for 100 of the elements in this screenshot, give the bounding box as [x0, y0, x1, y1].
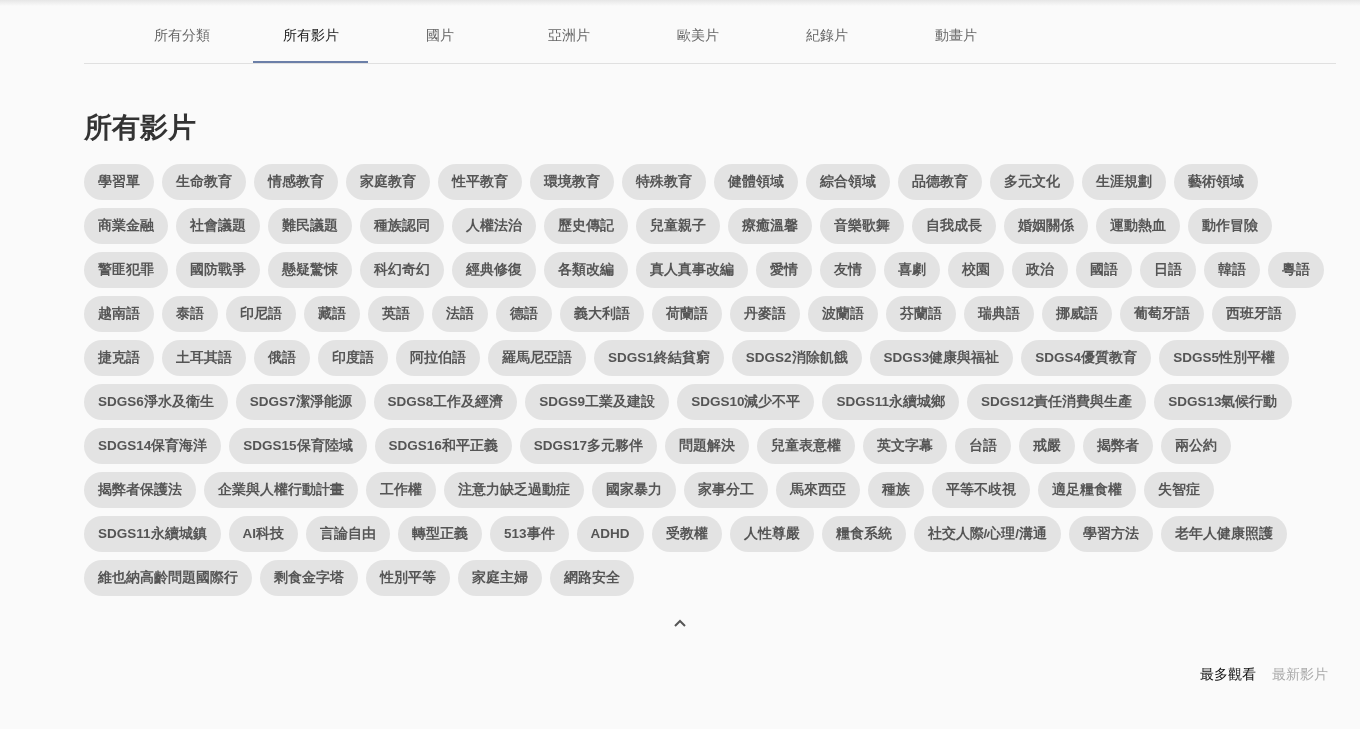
tag-chip[interactable]: 婚姻關係	[1004, 208, 1088, 244]
tag-chip[interactable]: 科幻奇幻	[360, 252, 444, 288]
tag-chip[interactable]: 513事件	[490, 516, 569, 552]
tag-chip[interactable]: 印度語	[318, 340, 388, 376]
tag-chip[interactable]: 生命教育	[162, 164, 246, 200]
tag-chip[interactable]: SDGS4優質教育	[1021, 340, 1152, 376]
tag-chip[interactable]: 韓語	[1204, 252, 1260, 288]
tag-chip[interactable]: 轉型正義	[398, 516, 483, 552]
tag-chip[interactable]: 法語	[432, 296, 488, 332]
tag-chip[interactable]: 土耳其語	[162, 340, 246, 376]
tag-chip[interactable]: SDGS17多元夥伴	[519, 428, 658, 464]
tag-chip[interactable]: 國語	[1076, 252, 1132, 288]
tag-chip[interactable]: 政治	[1012, 252, 1068, 288]
tag-chip[interactable]: 真人真事改編	[636, 252, 748, 288]
tag-chip[interactable]: SDGS16和平正義	[374, 428, 512, 464]
tag-chip[interactable]: SDGS5性別平權	[1159, 340, 1289, 376]
tag-chip[interactable]: 剩食金字塔	[260, 560, 358, 596]
tag-chip[interactable]: 印尼語	[226, 296, 296, 332]
tag-chip[interactable]: SDGS7潔淨能源	[235, 384, 366, 420]
tag-chip[interactable]: 西班牙語	[1212, 296, 1296, 332]
tag-chip[interactable]: 人權法治	[452, 208, 536, 244]
tag-chip[interactable]: 藝術領域	[1174, 164, 1258, 200]
tag-chip[interactable]: 挪威語	[1042, 296, 1112, 332]
chevron-up-icon[interactable]	[673, 618, 687, 628]
tag-chip[interactable]: 家事分工	[684, 472, 768, 508]
tag-chip[interactable]: 療癒溫馨	[728, 208, 812, 244]
tag-chip[interactable]: 越南語	[84, 296, 154, 332]
tag-chip[interactable]: 喜劇	[884, 252, 940, 288]
tag-chip[interactable]: 言論自由	[306, 516, 391, 552]
tag-chip[interactable]: 社會議題	[176, 208, 260, 244]
tag-chip[interactable]: 注意力缺乏過動症	[444, 472, 584, 508]
tag-chip[interactable]: 運動熱血	[1096, 208, 1180, 244]
tag-chip[interactable]: 日語	[1140, 252, 1196, 288]
tag-chip[interactable]: 糧食系統	[821, 516, 906, 552]
tag-chip[interactable]: 性別平等	[366, 560, 450, 596]
tag-chip[interactable]: 兒童親子	[636, 208, 720, 244]
tag-chip[interactable]: 校園	[948, 252, 1004, 288]
tag-chip[interactable]: 俄語	[254, 340, 310, 376]
tag-chip[interactable]: 馬來西亞	[776, 472, 860, 508]
tag-chip[interactable]: 丹麥語	[730, 296, 800, 332]
tag-chip[interactable]: 社交人際/心理/溝通	[913, 516, 1062, 552]
category-tab[interactable]: 歐美片	[640, 6, 755, 63]
tag-chip[interactable]: 多元文化	[990, 164, 1074, 200]
tag-chip[interactable]: SDGS2消除飢餓	[731, 340, 862, 376]
tag-chip[interactable]: 台語	[955, 428, 1012, 464]
tag-chip[interactable]: 商業金融	[84, 208, 168, 244]
tag-chip[interactable]: 兒童表意權	[757, 428, 856, 464]
tag-chip[interactable]: 芬蘭語	[886, 296, 956, 332]
tag-chip[interactable]: 兩公約	[1161, 428, 1232, 464]
tag-chip[interactable]: 網路安全	[550, 560, 634, 596]
tag-chip[interactable]: 葡萄牙語	[1120, 296, 1204, 332]
category-tab[interactable]: 所有分類	[124, 6, 239, 63]
tag-chip[interactable]: 品德教育	[898, 164, 982, 200]
category-tab[interactable]: 亞洲片	[511, 6, 626, 63]
tag-chip[interactable]: 粵語	[1268, 252, 1324, 288]
tag-chip[interactable]: 企業與人權行動計畫	[204, 472, 358, 508]
tag-chip[interactable]: 警匪犯罪	[84, 252, 168, 288]
tag-chip[interactable]: SDGS12責任消費與生產	[966, 384, 1147, 420]
tag-chip[interactable]: 各類改編	[544, 252, 628, 288]
tag-chip[interactable]: 工作權	[366, 472, 436, 508]
tag-chip[interactable]: 學習方法	[1069, 516, 1154, 552]
tag-chip[interactable]: 經典修復	[452, 252, 536, 288]
tag-chip[interactable]: 戒嚴	[1019, 428, 1076, 464]
tag-chip[interactable]: 羅馬尼亞語	[488, 340, 586, 376]
tag-chip[interactable]: 健體領域	[714, 164, 798, 200]
tag-chip[interactable]: 難民議題	[268, 208, 352, 244]
tag-chip[interactable]: 懸疑驚悚	[268, 252, 352, 288]
tag-chip[interactable]: SDGS11永續城鎮	[84, 516, 221, 552]
tag-chip[interactable]: 平等不歧視	[932, 472, 1030, 508]
tag-chip[interactable]: 問題解決	[665, 428, 750, 464]
sort-option[interactable]: 最多觀看	[1200, 664, 1256, 685]
tag-chip[interactable]: 瑞典語	[964, 296, 1034, 332]
tag-chip[interactable]: 性平教育	[438, 164, 522, 200]
tag-chip[interactable]: 家庭主婦	[458, 560, 542, 596]
tag-chip[interactable]: ADHD	[576, 516, 644, 552]
tag-chip[interactable]: 友情	[820, 252, 876, 288]
tag-chip[interactable]: 英語	[368, 296, 424, 332]
tag-chip[interactable]: 義大利語	[560, 296, 644, 332]
tag-chip[interactable]: 荷蘭語	[652, 296, 722, 332]
tag-chip[interactable]: 國防戰爭	[176, 252, 260, 288]
tag-chip[interactable]: AI科技	[228, 516, 299, 552]
tag-chip[interactable]: 阿拉伯語	[396, 340, 480, 376]
tag-chip[interactable]: SDGS10減少不平	[677, 384, 815, 420]
tag-chip[interactable]: SDGS14保育海洋	[84, 428, 222, 464]
tag-chip[interactable]: 揭弊者	[1083, 428, 1154, 464]
tag-chip[interactable]: SDGS3健康與福祉	[869, 340, 1014, 376]
tag-chip[interactable]: 泰語	[162, 296, 218, 332]
tag-chip[interactable]: 受教權	[651, 516, 722, 552]
tag-chip[interactable]: 生涯規劃	[1082, 164, 1166, 200]
tag-chip[interactable]: 自我成長	[912, 208, 996, 244]
tag-chip[interactable]: 德語	[496, 296, 552, 332]
tag-chip[interactable]: SDGS11永續城鄉	[822, 384, 959, 420]
tag-chip[interactable]: 適足糧食權	[1038, 472, 1136, 508]
tag-chip[interactable]: 人性尊嚴	[729, 516, 814, 552]
tag-chip[interactable]: 捷克語	[84, 340, 154, 376]
tag-chip[interactable]: 學習單	[84, 164, 154, 200]
tag-chip[interactable]: 藏語	[304, 296, 360, 332]
tag-chip[interactable]: 揭弊者保護法	[84, 472, 196, 508]
tag-chip[interactable]: 愛情	[756, 252, 812, 288]
tag-chip[interactable]: 老年人健康照護	[1161, 516, 1288, 552]
